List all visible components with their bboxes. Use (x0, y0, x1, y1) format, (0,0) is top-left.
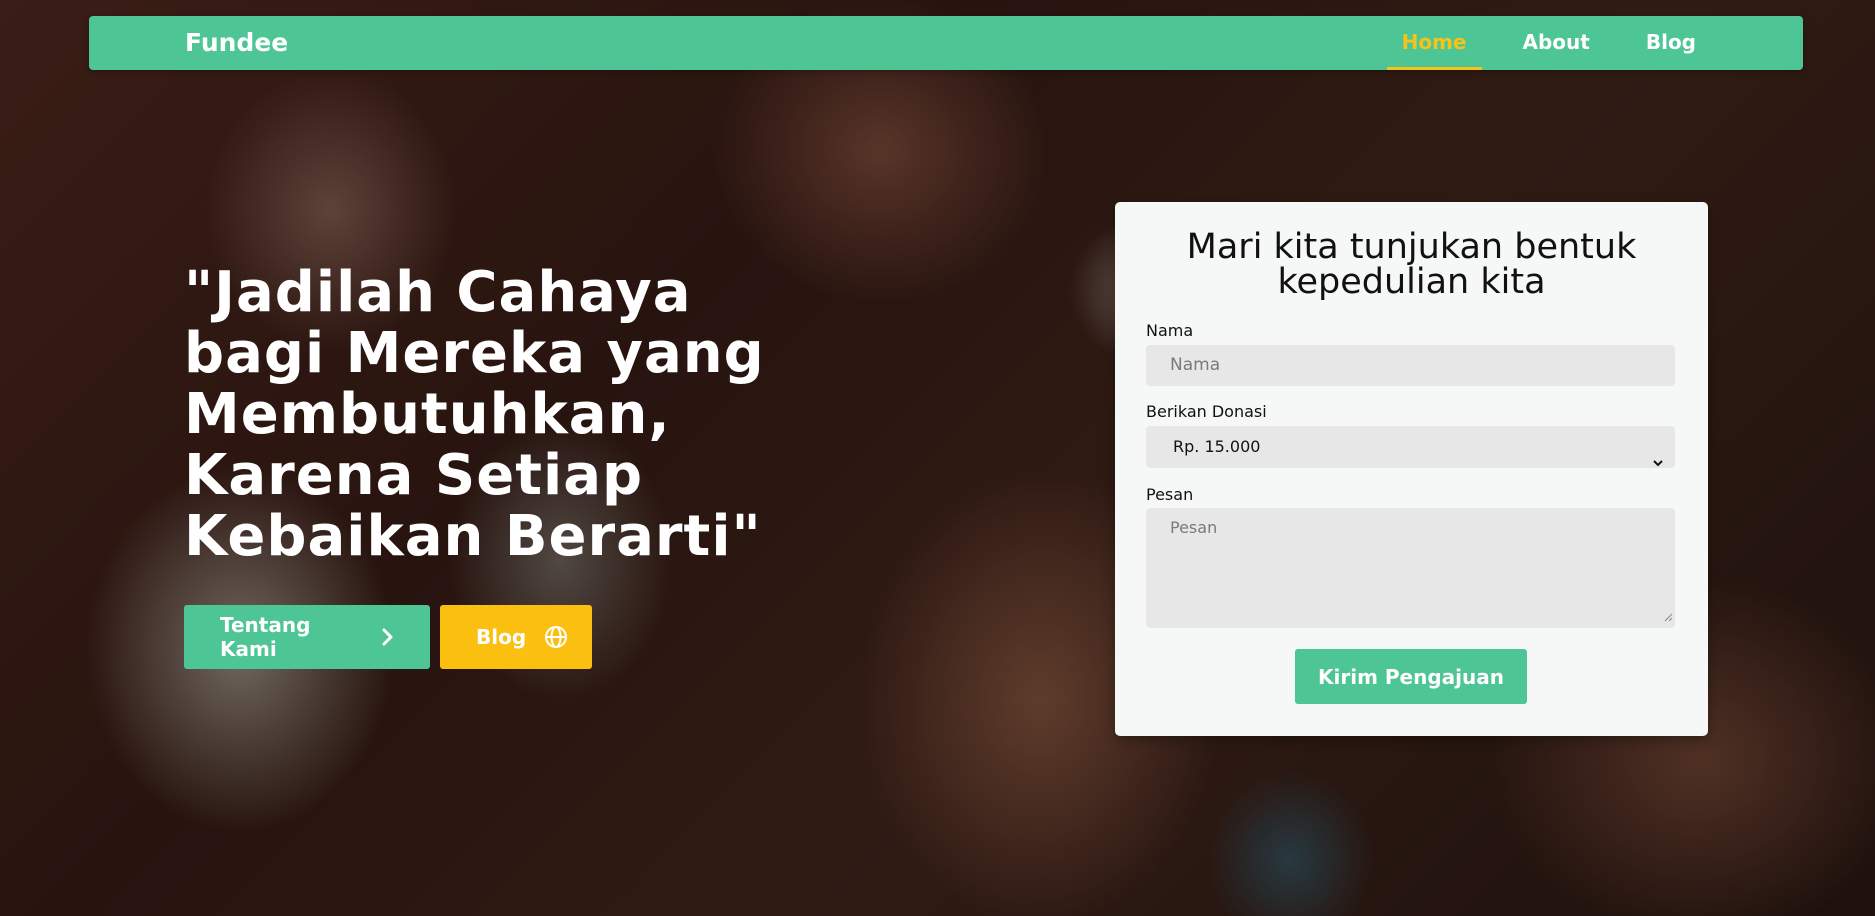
form-title: Mari kita tunjukan bentuk kepedulian kit… (1186, 227, 1637, 302)
donation-form-card: Mari kita tunjukan bentuk kepedulian kit… (1115, 202, 1708, 736)
donasi-select[interactable]: Rp. 15.000 (1146, 426, 1675, 468)
nama-input[interactable]: Nama (1146, 345, 1675, 386)
brand-logo[interactable]: Fundee (185, 16, 288, 70)
chevron-down-icon (1653, 441, 1663, 483)
pesan-placeholder: Pesan (1170, 518, 1218, 537)
pesan-label: Pesan (1146, 485, 1194, 504)
chevron-right-icon (382, 628, 394, 646)
pesan-textarea[interactable]: Pesan (1146, 508, 1675, 628)
donasi-selected-value: Rp. 15.000 (1173, 437, 1261, 456)
about-us-button[interactable]: Tentang Kami (184, 605, 430, 669)
nav-link-about[interactable]: About (1508, 16, 1605, 70)
blog-button-label: Blog (476, 625, 527, 649)
nav-link-blog[interactable]: Blog (1631, 16, 1711, 70)
resize-handle-icon[interactable] (1664, 607, 1673, 626)
hero-title: "Jadilah Cahaya bagi Mereka yang Membutu… (184, 260, 765, 569)
submit-button[interactable]: Kirim Pengajuan (1295, 649, 1527, 704)
donasi-label: Berikan Donasi (1146, 402, 1267, 421)
nav-link-home[interactable]: Home (1386, 16, 1482, 70)
about-us-button-label: Tentang Kami (220, 613, 311, 661)
nav-links: Home About Blog (1361, 16, 1711, 70)
globe-icon (544, 625, 568, 649)
hero-buttons: Tentang Kami Blog (184, 605, 592, 669)
navbar: Fundee Home About Blog (89, 16, 1803, 70)
blog-button[interactable]: Blog (440, 605, 592, 669)
nama-label: Nama (1146, 321, 1194, 340)
